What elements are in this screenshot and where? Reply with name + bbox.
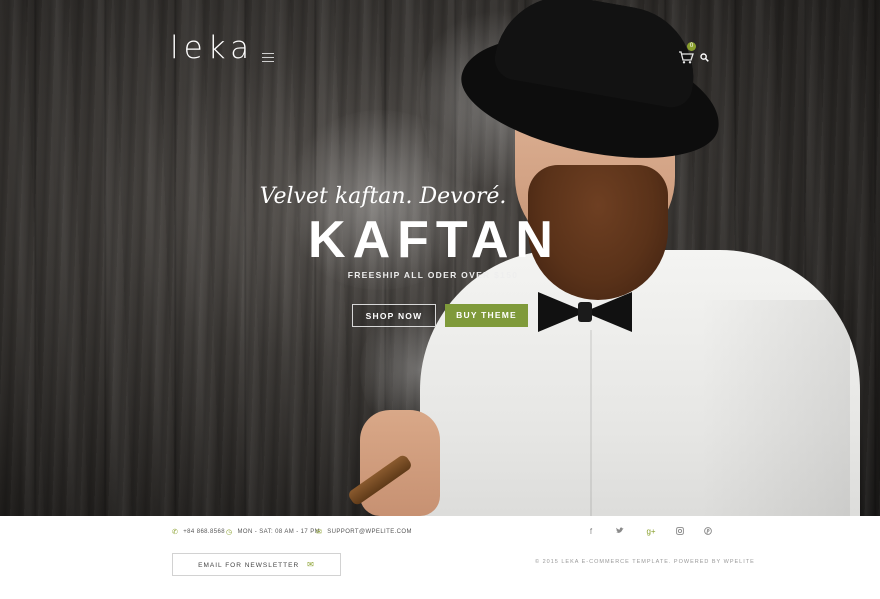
clock-icon: ◷ (226, 529, 233, 536)
phone-icon: ✆ (172, 529, 179, 536)
shirt-shade (700, 300, 850, 516)
shirt-placket (590, 330, 592, 516)
hamburger-menu-icon[interactable] (262, 53, 274, 63)
facebook-icon[interactable]: f (585, 527, 597, 536)
shop-now-button[interactable]: SHOP NOW (352, 304, 436, 327)
bowtie-knot (578, 302, 592, 322)
google-plus-icon[interactable]: g+ (645, 527, 657, 536)
search-icon[interactable] (700, 53, 709, 62)
buy-theme-button[interactable]: BUY THEME (445, 304, 528, 327)
footer: ✆ +84 868.8568 ◷ MON - SAT: 08 AM - 17 P… (0, 516, 880, 599)
hero-banner: leka 0 Velvet kaftan. Devoré. KAFTAN FRE… (0, 0, 880, 516)
contact-phone: ✆ +84 868.8568 (172, 528, 225, 536)
hero-headline: KAFTAN (308, 211, 560, 269)
hero-tagline: Velvet kaftan. Devoré. (259, 184, 507, 209)
cart-count-badge: 0 (687, 42, 696, 51)
cart-icon[interactable] (678, 50, 694, 64)
newsletter-label: EMAIL FOR NEWSLETTER (198, 562, 300, 569)
instagram-icon[interactable] (674, 527, 686, 537)
newsletter-button[interactable]: EMAIL FOR NEWSLETTER ✉ (172, 553, 341, 576)
contact-email[interactable]: ✉ SUPPORT@WPELITE.COM (316, 528, 412, 536)
contact-hours: ◷ MON - SAT: 08 AM - 17 PM (226, 528, 320, 536)
phone-text: +84 868.8568 (183, 529, 225, 535)
pinterest-icon[interactable] (702, 527, 714, 537)
hours-text: MON - SAT: 08 AM - 17 PM (237, 529, 321, 535)
site-logo[interactable]: leka (170, 30, 254, 66)
hero-subline: FREESHIP ALL ODER OVER $150 (347, 270, 519, 280)
twitter-icon[interactable] (614, 527, 626, 536)
email-text[interactable]: SUPPORT@WPELITE.COM (327, 529, 412, 535)
mail-icon: ✉ (316, 529, 323, 536)
copyright-text: © 2015 LEKA E-COMMERCE TEMPLATE. POWERED… (535, 559, 755, 565)
envelope-icon: ✉ (307, 560, 315, 569)
